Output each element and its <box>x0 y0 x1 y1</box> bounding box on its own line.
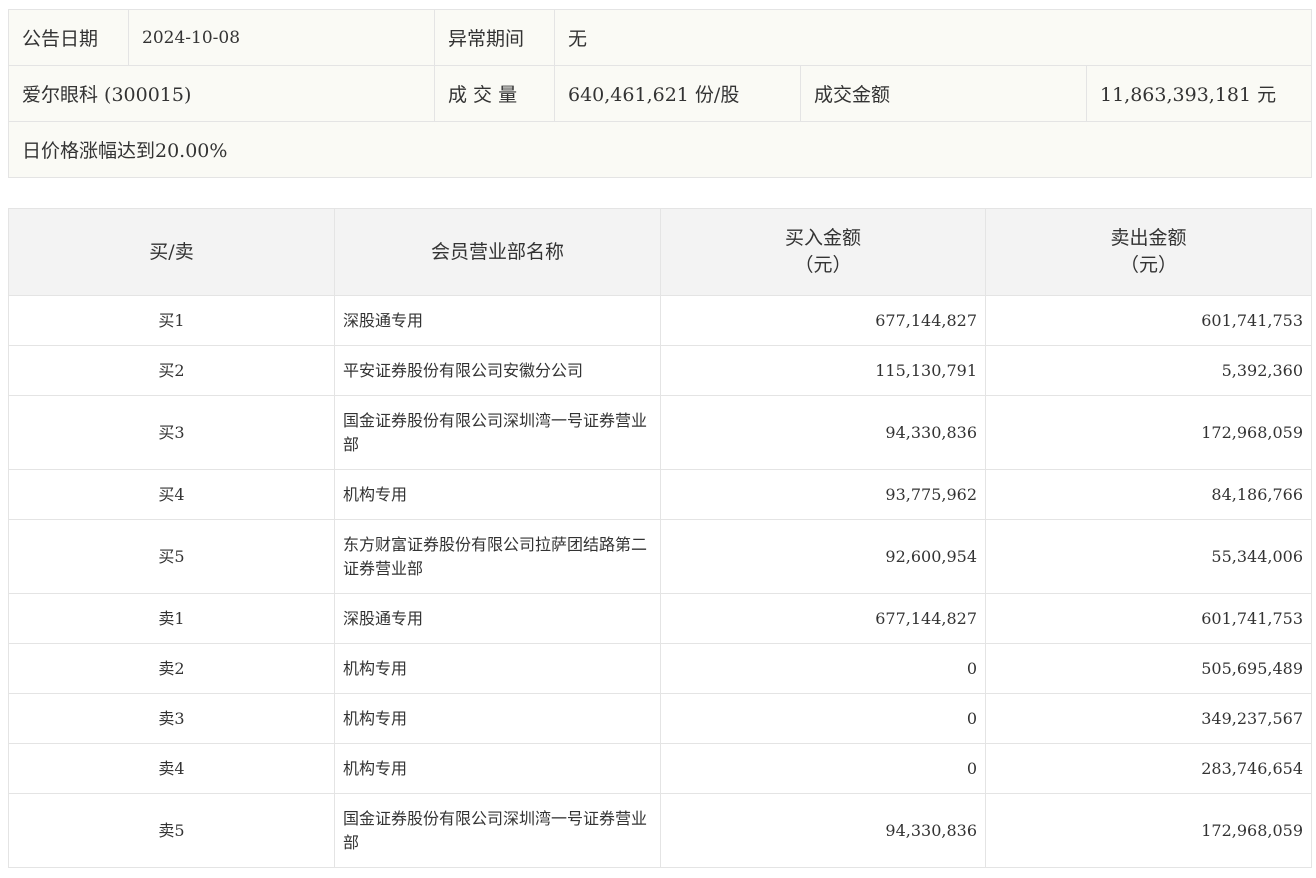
header-buy-amount-label: 买入金额 <box>784 227 861 249</box>
member-cell: 机构专用 <box>334 693 661 744</box>
buy-amount-cell: 677,144,827 <box>660 295 986 346</box>
turnover-label: 成交金额 <box>800 65 1087 122</box>
buy-amount-cell: 677,144,827 <box>660 593 986 644</box>
summary-row-reason: 日价格涨幅达到20.00% <box>7 121 1313 178</box>
table-header-row: 买/卖 会员营业部名称 买入金额 （元） 卖出金额 （元） <box>8 208 1312 296</box>
member-cell: 国金证券股份有限公司深圳湾一号证券营业部 <box>334 793 661 868</box>
header-buy-amount-unit: （元） <box>794 254 852 276</box>
side-cell: 买2 <box>8 345 335 396</box>
table-row: 卖5 国金证券股份有限公司深圳湾一号证券营业部 94,330,836 172,9… <box>8 793 1312 868</box>
side-cell: 买4 <box>8 469 335 520</box>
sell-amount-cell: 601,741,753 <box>985 593 1312 644</box>
sell-amount-cell: 84,186,766 <box>985 469 1312 520</box>
table-row: 卖3 机构专用 0 349,237,567 <box>8 693 1312 744</box>
header-buy-amount: 买入金额 （元） <box>660 208 986 296</box>
buy-amount-cell: 94,330,836 <box>660 793 986 868</box>
date-label: 公告日期 <box>8 9 129 66</box>
abnormal-period-label: 异常期间 <box>434 9 555 66</box>
sell-amount-cell: 5,392,360 <box>985 345 1312 396</box>
turnover-value: 11,863,393,181 元 <box>1085 65 1313 122</box>
member-cell: 平安证券股份有限公司安徽分公司 <box>334 345 661 396</box>
buy-amount-cell: 93,775,962 <box>660 469 986 520</box>
sell-amount-cell: 283,746,654 <box>985 743 1312 794</box>
summary-row-volume: 爱尔眼科 (300015) 成 交 量 640,461,621 份/股 成交金额… <box>8 65 1313 122</box>
side-cell: 卖4 <box>8 743 335 794</box>
table-row: 买3 国金证券股份有限公司深圳湾一号证券营业部 94,330,836 172,9… <box>8 395 1312 470</box>
stock-name: 爱尔眼科 (300015) <box>8 65 435 122</box>
sell-amount-cell: 172,968,059 <box>985 793 1312 868</box>
side-cell: 买3 <box>8 395 335 470</box>
sell-amount-cell: 601,741,753 <box>985 295 1312 346</box>
buy-amount-cell: 0 <box>660 643 986 694</box>
table-row: 买5 东方财富证券股份有限公司拉萨团结路第二证券营业部 92,600,954 5… <box>8 519 1312 594</box>
side-cell: 买5 <box>8 519 335 594</box>
trading-members-table: 买/卖 会员营业部名称 买入金额 （元） 卖出金额 （元） 买1 深股通专用 6… <box>8 208 1312 868</box>
buy-amount-cell: 115,130,791 <box>660 345 986 396</box>
sell-amount-cell: 172,968,059 <box>985 395 1312 470</box>
table-row: 卖1 深股通专用 677,144,827 601,741,753 <box>8 593 1312 644</box>
listing-reason: 日价格涨幅达到20.00% <box>7 121 1313 178</box>
announcement-summary-table: 公告日期 2024-10-08 异常期间 无 爱尔眼科 (300015) 成 交… <box>7 9 1313 178</box>
sell-amount-cell: 349,237,567 <box>985 693 1312 744</box>
table-row: 买4 机构专用 93,775,962 84,186,766 <box>8 469 1312 520</box>
volume-value: 640,461,621 份/股 <box>554 65 801 122</box>
sell-amount-cell: 55,344,006 <box>985 519 1312 594</box>
header-member: 会员营业部名称 <box>334 208 661 296</box>
table-row: 买1 深股通专用 677,144,827 601,741,753 <box>8 295 1312 346</box>
member-cell: 深股通专用 <box>334 593 661 644</box>
buy-amount-cell: 94,330,836 <box>660 395 986 470</box>
sell-amount-cell: 505,695,489 <box>985 643 1312 694</box>
buy-amount-cell: 92,600,954 <box>660 519 986 594</box>
member-cell: 东方财富证券股份有限公司拉萨团结路第二证券营业部 <box>334 519 661 594</box>
header-sell-amount-unit: （元） <box>1119 254 1177 276</box>
header-sell-amount-label: 卖出金额 <box>1110 227 1187 249</box>
table-row: 买2 平安证券股份有限公司安徽分公司 115,130,791 5,392,360 <box>8 345 1312 396</box>
abnormal-period-value: 无 <box>553 9 1313 66</box>
side-cell: 卖2 <box>8 643 335 694</box>
header-side: 买/卖 <box>8 208 335 296</box>
side-cell: 卖5 <box>8 793 335 868</box>
volume-label: 成 交 量 <box>434 65 555 122</box>
summary-row-date: 公告日期 2024-10-08 异常期间 无 <box>8 9 1313 66</box>
member-cell: 深股通专用 <box>334 295 661 346</box>
header-sell-amount: 卖出金额 （元） <box>985 208 1312 296</box>
table-row: 卖2 机构专用 0 505,695,489 <box>8 643 1312 694</box>
buy-amount-cell: 0 <box>660 743 986 794</box>
member-cell: 国金证券股份有限公司深圳湾一号证券营业部 <box>334 395 661 470</box>
side-cell: 卖3 <box>8 693 335 744</box>
side-cell: 卖1 <box>8 593 335 644</box>
date-value: 2024-10-08 <box>128 9 435 66</box>
table-row: 卖4 机构专用 0 283,746,654 <box>8 743 1312 794</box>
side-cell: 买1 <box>8 295 335 346</box>
buy-amount-cell: 0 <box>660 693 986 744</box>
member-cell: 机构专用 <box>334 743 661 794</box>
member-cell: 机构专用 <box>334 469 661 520</box>
member-cell: 机构专用 <box>334 643 661 694</box>
